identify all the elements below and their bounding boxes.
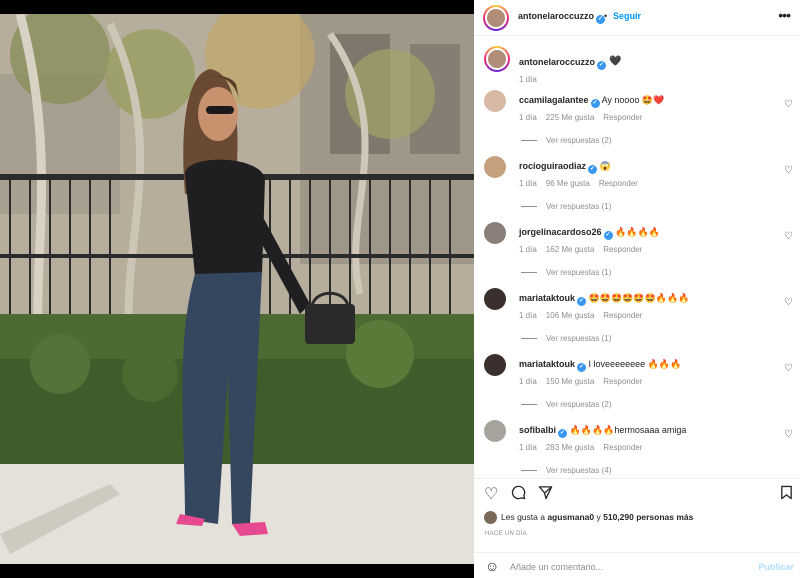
comment-time[interactable]: 1 día (519, 113, 537, 122)
follow-button[interactable]: Seguir (613, 11, 641, 21)
commenter-username[interactable]: ccamilagalantee (519, 95, 589, 105)
comment-likes[interactable]: 96 Me gusta (546, 179, 590, 188)
view-replies-button[interactable]: Ver respuestas (2) (521, 136, 611, 145)
comment-time[interactable]: 1 día (519, 443, 537, 452)
comment-like-heart-icon[interactable]: ♡ (784, 231, 793, 242)
view-replies-button[interactable]: Ver respuestas (4) (521, 466, 611, 475)
commenter-username[interactable]: sofibalbi (519, 425, 556, 435)
caption-text: 🖤 (609, 56, 622, 67)
verified-icon: ✓ (558, 429, 568, 438)
view-replies-button[interactable]: Ver respuestas (2) (521, 400, 611, 409)
view-replies-button[interactable]: Ver respuestas (1) (521, 202, 611, 211)
caption-time: 1 día (519, 75, 537, 84)
likes-summary[interactable]: Les gusta a agusmana0 y 510,290 personas… (484, 511, 693, 524)
view-replies-button[interactable]: Ver respuestas (1) (521, 268, 611, 277)
comment-text: 😱 (599, 161, 611, 171)
verified-icon: ✓ (577, 363, 587, 372)
reply-button[interactable]: Responder (603, 311, 642, 320)
comment-text: I loveeeeeeee 🔥🔥🔥 (588, 359, 682, 369)
post-caption: antonelaroccuzzo ✓ 🖤 1 día (484, 46, 796, 86)
comment-text: 🤩🤩🤩🤩🤩🤩🔥🔥🔥 (588, 293, 690, 303)
caption-username[interactable]: antonelaroccuzzo ✓ (519, 57, 607, 70)
comment-like-heart-icon[interactable]: ♡ (784, 99, 793, 110)
comment-item: mariataktouk ✓ I loveeeeeeee 🔥🔥🔥 1 día 150… (484, 354, 796, 420)
share-icon[interactable] (538, 485, 553, 503)
commenter-username[interactable]: mariataktouk (519, 359, 575, 369)
author-avatar[interactable] (483, 5, 509, 31)
comment-time[interactable]: 1 día (519, 245, 537, 254)
comment-time[interactable]: 1 día (519, 377, 537, 386)
comment-text: 🔥🔥🔥🔥hermosaaa amiga (569, 425, 687, 435)
commenter-avatar[interactable] (484, 288, 506, 310)
view-replies-button[interactable]: Ver respuestas (1) (521, 334, 611, 343)
reply-button[interactable]: Responder (603, 245, 642, 254)
commenter-avatar[interactable] (484, 354, 506, 376)
comment-input[interactable] (510, 559, 730, 575)
post-side-panel: antonelaroccuzzo ✓ • Seguir ••• antonelar… (474, 0, 800, 578)
comment-item: sofibalbi ✓ 🔥🔥🔥🔥hermosaaa amiga 1 día 283 … (484, 420, 796, 477)
comment-likes[interactable]: 162 Me gusta (546, 245, 594, 254)
post-header: antonelaroccuzzo ✓ • Seguir ••• (474, 0, 800, 36)
caption-avatar[interactable] (484, 46, 510, 72)
reply-button[interactable]: Responder (603, 377, 642, 386)
reply-button[interactable]: Responder (599, 179, 638, 188)
commenter-avatar[interactable] (484, 156, 506, 178)
comment-like-heart-icon[interactable]: ♡ (784, 429, 793, 440)
comment-time[interactable]: 1 día (519, 311, 537, 320)
commenter-avatar[interactable] (484, 90, 506, 112)
author-username[interactable]: antonelaroccuzzo ✓ (518, 11, 606, 24)
add-comment-bar: ☺ Publicar (474, 552, 800, 578)
comment-likes[interactable]: 225 Me gusta (546, 113, 594, 122)
comments-list[interactable]: antonelaroccuzzo ✓ 🖤 1 día ccamilagalante… (474, 37, 800, 477)
comment-item: ccamilagalantee ✓ Ay noooo 🤩❤️ 1 día 225 M… (484, 90, 796, 156)
instagram-post-viewer: antonelaroccuzzo ✓ • Seguir ••• antonelar… (0, 0, 800, 578)
comment-text: 🔥🔥🔥🔥 (615, 227, 660, 237)
verified-icon: ✓ (577, 297, 587, 306)
comment-item: jorgelinacardoso26 ✓ 🔥🔥🔥🔥 1 día 162 Me gus… (484, 222, 796, 288)
comment-item: rocioguiraodiaz ✓ 😱 1 día 96 Me gusta Respo… (484, 156, 796, 222)
comment-like-heart-icon[interactable]: ♡ (784, 297, 793, 308)
comment-item: mariataktouk ✓ 🤩🤩🤩🤩🤩🤩🔥🔥🔥 1 día 106 Me gust… (484, 288, 796, 354)
verified-icon: ✓ (597, 61, 607, 70)
commenter-username[interactable]: jorgelinacardoso26 (519, 227, 602, 237)
comment-like-heart-icon[interactable]: ♡ (784, 165, 793, 176)
comment-text: Ay noooo 🤩❤️ (601, 95, 665, 105)
post-timestamp[interactable]: HACE UN DÍA (485, 531, 527, 537)
post-actions: ♡ (474, 478, 800, 506)
verified-icon: ✓ (588, 165, 598, 174)
comment-likes[interactable]: 283 Me gusta (546, 443, 594, 452)
bookmark-icon[interactable] (780, 485, 793, 503)
separator: • (604, 11, 608, 21)
commenter-avatar[interactable] (484, 420, 506, 442)
comment-likes[interactable]: 106 Me gusta (546, 311, 594, 320)
commenter-username[interactable]: mariataktouk (519, 293, 575, 303)
heart-icon[interactable]: ♡ (484, 484, 498, 504)
comment-likes[interactable]: 150 Me gusta (546, 377, 594, 386)
reply-button[interactable]: Responder (603, 113, 642, 122)
commenter-username[interactable]: rocioguiraodiaz (519, 161, 586, 171)
comment-like-heart-icon[interactable]: ♡ (784, 363, 793, 374)
commenter-avatar[interactable] (484, 222, 506, 244)
reply-button[interactable]: Responder (603, 443, 642, 452)
emoji-icon[interactable]: ☺ (485, 558, 499, 574)
post-photo[interactable] (0, 14, 474, 564)
comment-icon[interactable] (511, 485, 526, 503)
publish-button[interactable]: Publicar (758, 562, 794, 572)
more-icon[interactable]: ••• (778, 7, 791, 23)
verified-icon: ✓ (603, 231, 613, 240)
post-image (0, 14, 474, 564)
verified-icon: ✓ (590, 99, 600, 108)
liker-avatar (484, 511, 497, 524)
comment-time[interactable]: 1 día (519, 179, 537, 188)
